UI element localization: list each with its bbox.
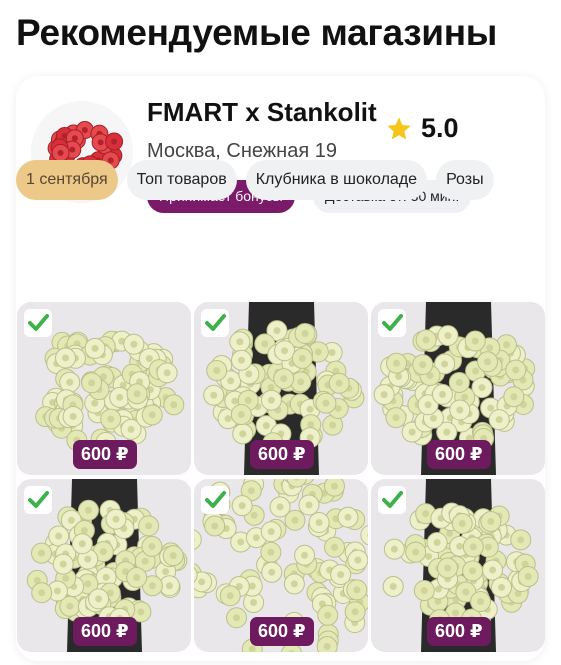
product-tile[interactable]: 600 ₽ (17, 302, 191, 475)
price-badge: 600 ₽ (73, 440, 137, 469)
chip-1-september[interactable]: 1 сентября (16, 160, 118, 200)
checkmark-icon (24, 486, 52, 514)
star-icon (387, 116, 411, 139)
checkmark-icon (378, 486, 406, 514)
rating-value: 5.0 (421, 113, 459, 143)
shop-header[interactable]: FMART x Stankolit 5.0 Москва, Снежная 19… (16, 76, 545, 226)
product-tile[interactable]: 600 ₽ (17, 479, 191, 652)
product-tile[interactable]: 600 ₽ (194, 479, 368, 652)
product-tile[interactable]: 600 ₽ (371, 479, 545, 652)
shop-rating: 5.0 (385, 113, 459, 144)
checkmark-icon (201, 309, 229, 337)
checkmark-icon (378, 309, 406, 337)
price-badge: 600 ₽ (250, 617, 314, 646)
chip-roses[interactable]: Розы (436, 160, 494, 200)
price-badge: 600 ₽ (73, 617, 137, 646)
section-title: Рекомендуемые магазины (16, 12, 498, 53)
price-badge: 600 ₽ (427, 617, 491, 646)
checkmark-icon (24, 309, 52, 337)
product-tile[interactable]: 600 ₽ (194, 302, 368, 475)
checkmark-icon (201, 486, 229, 514)
shop-name[interactable]: FMART x Stankolit (147, 97, 377, 128)
product-grid: 600 ₽ 600 ₽ 600 ₽ 600 ₽ 600 ₽ 600 ₽ (17, 302, 545, 652)
category-chips[interactable]: 1 сентября Топ товаров Клубника в шокола… (16, 160, 545, 200)
chip-top-products[interactable]: Топ товаров (126, 160, 237, 200)
chip-strawberry-chocolate[interactable]: Клубника в шоколаде (245, 160, 428, 200)
price-badge: 600 ₽ (427, 440, 491, 469)
product-tile[interactable]: 600 ₽ (371, 302, 545, 475)
price-badge: 600 ₽ (250, 440, 314, 469)
